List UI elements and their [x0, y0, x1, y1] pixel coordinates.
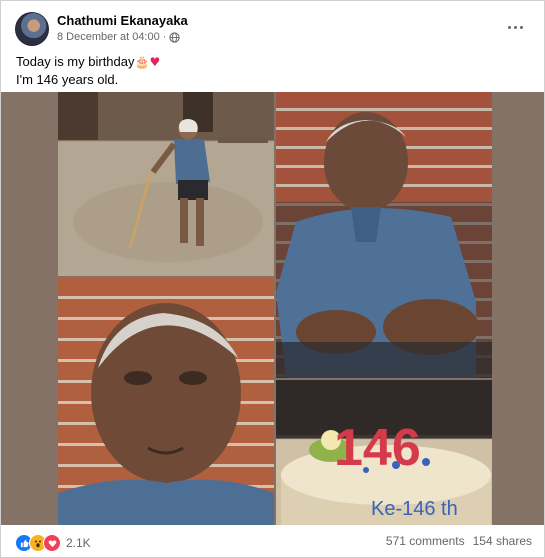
shares-count[interactable]: 154 shares — [473, 534, 532, 548]
comments-count[interactable]: 571 comments — [386, 534, 465, 548]
post-timestamp[interactable]: 8 December at 04:00 — [57, 31, 160, 43]
closeup-portrait-graphic — [58, 303, 274, 525]
post-header: Chathumi Ekanayaka 8 December at 04:00 · — [15, 12, 530, 46]
reaction-summary[interactable]: 2.1K — [15, 534, 91, 552]
post-text-line-1: Today is my birthday — [16, 54, 135, 69]
cake-writing-text: Ke-146 th — [371, 498, 458, 520]
heart-emoji-icon: ♥ — [149, 55, 161, 69]
photo-man-closeup — [58, 278, 274, 525]
cake-graphic: 146 Ke-146 th — [276, 380, 492, 525]
photo-man-walking — [58, 92, 274, 276]
globe-icon — [169, 31, 181, 43]
post-text-line-2: I'm 146 years old. — [16, 72, 119, 87]
more-options-icon[interactable] — [504, 18, 526, 36]
photo-man-seated — [276, 92, 492, 378]
love-icon — [43, 534, 61, 552]
cake-candles-text: 146 — [334, 419, 421, 477]
engagement-counts: 571 comments 154 shares — [386, 534, 532, 548]
cake-emoji-icon: 🎂 — [134, 55, 150, 69]
post-footer: 2.1K 571 comments 154 shares — [15, 534, 532, 552]
author-avatar[interactable] — [15, 12, 49, 46]
meta-separator: · — [162, 31, 167, 43]
photo-collage: 146 Ke-146 th — [58, 92, 492, 525]
post-photo[interactable]: 146 Ke-146 th — [1, 92, 544, 525]
post-text: Today is my birthday🎂♥ I'm 146 years old… — [16, 53, 160, 88]
seated-portrait-graphic — [276, 112, 492, 378]
post-card: Chathumi Ekanayaka 8 December at 04:00 ·… — [0, 0, 545, 558]
post-meta: 8 December at 04:00 · — [57, 31, 181, 43]
reaction-count[interactable]: 2.1K — [66, 536, 91, 550]
author-name[interactable]: Chathumi Ekanayaka — [57, 13, 188, 28]
walking-scene-graphic — [58, 92, 268, 262]
photo-birthday-cake: 146 Ke-146 th — [276, 380, 492, 525]
